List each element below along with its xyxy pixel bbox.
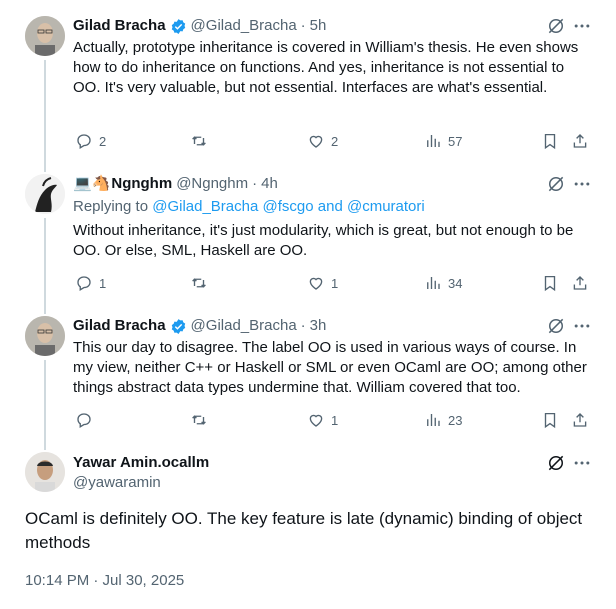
timestamp[interactable]: 10:14 PM · Jul 30, 2025 [25,571,184,591]
more-icon[interactable] [572,316,592,336]
views-icon [427,414,440,426]
author-name[interactable]: Gilad Bracha [73,16,166,36]
like-icon [309,135,323,148]
avatar[interactable] [25,316,65,356]
views-count: 57 [448,133,463,149]
retweet-icon [192,415,206,425]
name-emoji: 💻🐴 [73,175,111,192]
more-icon[interactable] [572,16,592,36]
share-button[interactable] [571,273,589,293]
like-count: 1 [331,275,339,291]
author-handle[interactable]: @Ngnghm [176,174,248,194]
avatar[interactable] [25,452,65,492]
timestamp[interactable]: 5h [310,16,327,36]
views-count: 34 [448,275,463,291]
grok-icon[interactable] [546,16,566,36]
reply-button[interactable]: 2 [75,131,106,151]
thread-connector [44,360,46,450]
bookmark-button[interactable] [541,273,559,293]
avatar[interactable] [25,16,65,56]
share-button[interactable] [571,410,589,430]
author-handle[interactable]: @yawaramin [73,473,161,493]
like-count: 1 [331,412,339,428]
views-button[interactable]: 34 [424,273,462,293]
share-button[interactable] [571,131,589,151]
grok-icon[interactable] [546,316,566,336]
tweet-text: Actually, prototype inheritance is cover… [73,39,579,96]
thread-connector [44,218,46,314]
more-icon[interactable] [572,174,592,194]
views-button[interactable]: 23 [424,410,462,430]
grok-icon[interactable] [546,453,566,473]
views-icon [427,135,440,147]
tweet-text: This our day to disagree. The label OO i… [73,339,587,396]
bookmark-button[interactable] [541,131,559,151]
verified-badge-icon [170,318,187,335]
grok-icon[interactable] [546,174,566,194]
avatar[interactable] [25,174,65,214]
separator: · [300,317,306,334]
bookmark-icon [544,412,556,429]
views-count: 23 [448,412,463,428]
bookmark-icon [544,133,556,150]
tweet-header: Gilad Bracha @Gilad_Bracha · 5h [73,16,326,36]
replying-prefix: Replying to [73,198,153,215]
bookmark-icon [544,275,556,292]
like-button[interactable]: 2 [307,131,338,151]
reply-icon [77,413,91,428]
timestamp[interactable]: 4h [261,174,278,194]
replying-last-handle[interactable]: @cmuratori [347,198,425,215]
tweet-actions: 1 1 34 [73,273,593,293]
bookmark-button[interactable] [541,410,559,430]
separator: · [300,17,306,34]
tweet-header: 💻🐴 Ngnghm @Ngnghm · 4h [73,174,278,194]
tweet-actions: 2 2 57 [73,131,593,151]
author-name[interactable]: Ngnghm [111,174,172,194]
timestamp[interactable]: 3h [310,316,327,336]
reply-count: 1 [99,275,107,291]
verified-badge-icon [170,18,187,35]
tweet-header: Gilad Bracha @Gilad_Bracha · 3h [73,316,326,336]
retweet-button[interactable] [190,131,214,151]
views-icon [427,277,440,289]
reply-icon [77,276,91,291]
tweet-text: OCaml is definitely OO. The key feature … [25,509,583,552]
author-handle[interactable]: @Gilad_Bracha [191,16,297,36]
more-icon[interactable] [572,453,592,473]
replying-to: Replying to @Gilad_Bracha @fscgo and @cm… [73,197,425,217]
tweet-text: Without inheritance, it's just modularit… [73,222,574,259]
share-icon [573,276,587,290]
retweet-button[interactable] [190,273,214,293]
reply-button[interactable]: 1 [75,273,106,293]
reply-button[interactable] [75,410,99,430]
author-handle[interactable]: @Gilad_Bracha [191,316,297,336]
replying-handles[interactable]: @Gilad_Bracha @fscgo [152,198,313,215]
author-name[interactable]: Yawar Amin.ocallm [73,453,209,473]
thread-connector [44,60,46,172]
reply-count: 2 [99,133,107,149]
reply-icon [77,134,91,149]
retweet-icon [192,278,206,288]
author-name[interactable]: Gilad Bracha [73,316,166,336]
views-button[interactable]: 57 [424,131,462,151]
tweet-actions: 1 23 [73,410,593,430]
separator: · [252,175,258,192]
like-button[interactable]: 1 [307,410,338,430]
like-button[interactable]: 1 [307,273,338,293]
like-icon [309,277,323,290]
share-icon [573,413,587,427]
retweet-icon [192,136,206,146]
retweet-button[interactable] [190,410,214,430]
like-icon [309,414,323,427]
replying-and: and [313,198,347,215]
like-count: 2 [331,133,339,149]
share-icon [573,134,587,148]
